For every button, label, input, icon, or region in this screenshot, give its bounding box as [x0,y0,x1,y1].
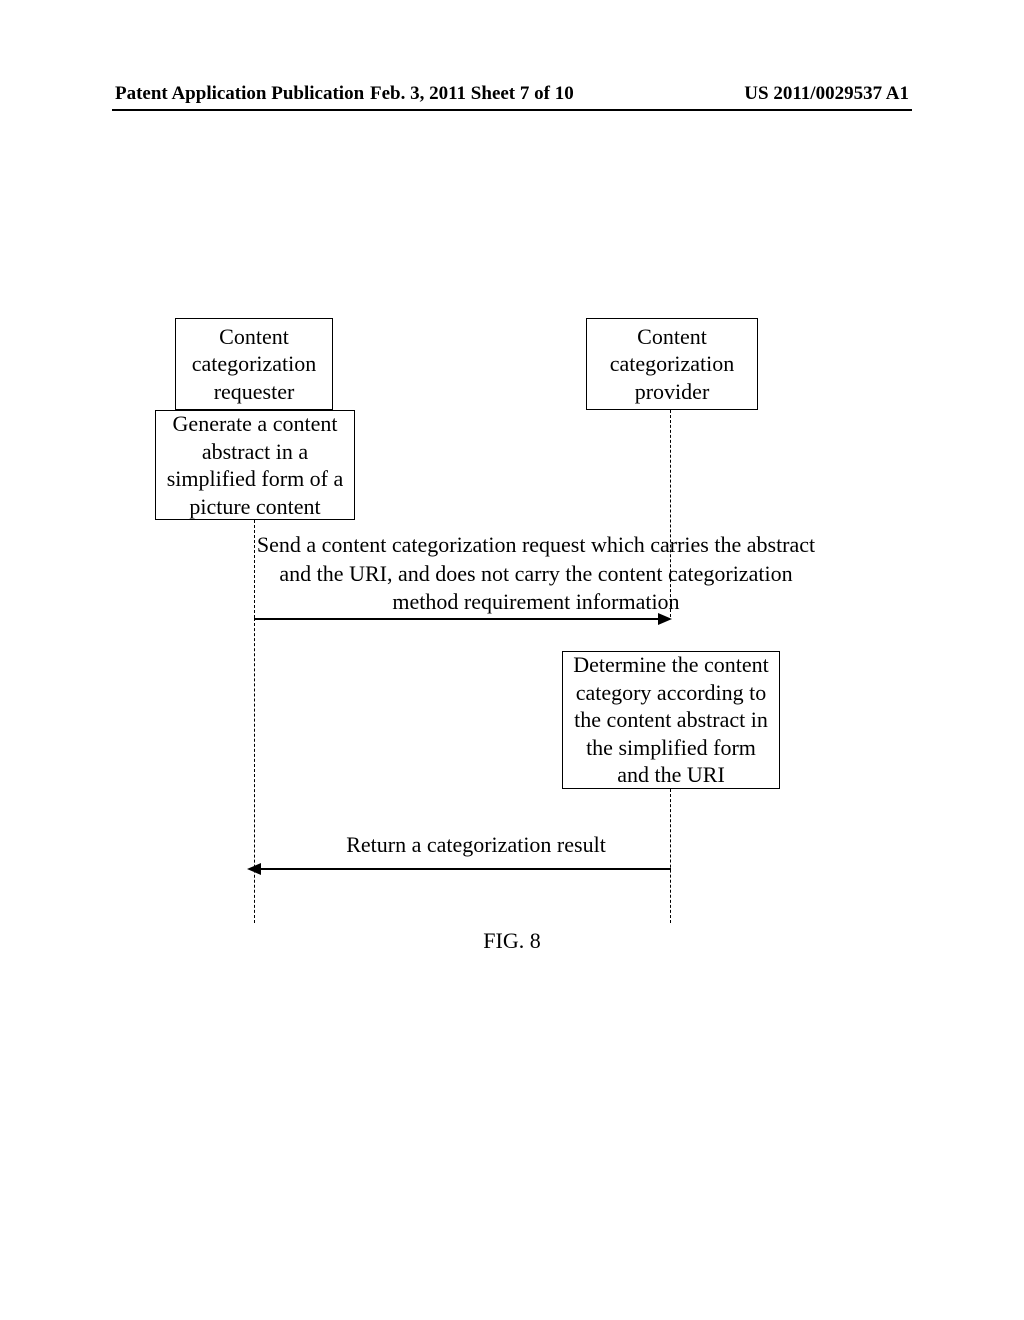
message-return-result: Return a categorization result [256,831,696,860]
message-send-request: Send a content categorization request wh… [256,531,816,617]
header-date-sheet: Feb. 3, 2011 Sheet 7 of 10 [370,83,574,105]
step-generate-abstract: Generate a content abstract in a simplif… [155,410,355,520]
step-determine-category-text: Determine the content category according… [569,651,773,789]
step-generate-abstract-text: Generate a content abstract in a simplif… [162,410,348,520]
arrowhead-return-result [247,863,261,875]
entity-provider-label: Content categorization provider [593,323,751,406]
step-determine-category: Determine the content category according… [562,651,780,789]
entity-provider: Content categorization provider [586,318,758,410]
lifeline-requester-1 [254,520,255,618]
entity-requester-label: Content categorization requester [182,323,326,406]
page-header: Patent Application Publication Feb. 3, 2… [0,83,1024,105]
entity-requester: Content categorization requester [175,318,333,410]
header-pub-number: US 2011/0029537 A1 [744,83,909,105]
lifeline-requester-2 [254,618,255,923]
arrowhead-send-request [658,613,672,625]
arrow-send-request [255,618,665,620]
header-publication: Patent Application Publication [115,83,364,105]
figure-label: FIG. 8 [0,928,1024,954]
header-divider [112,109,912,111]
arrow-return-result [258,868,671,870]
